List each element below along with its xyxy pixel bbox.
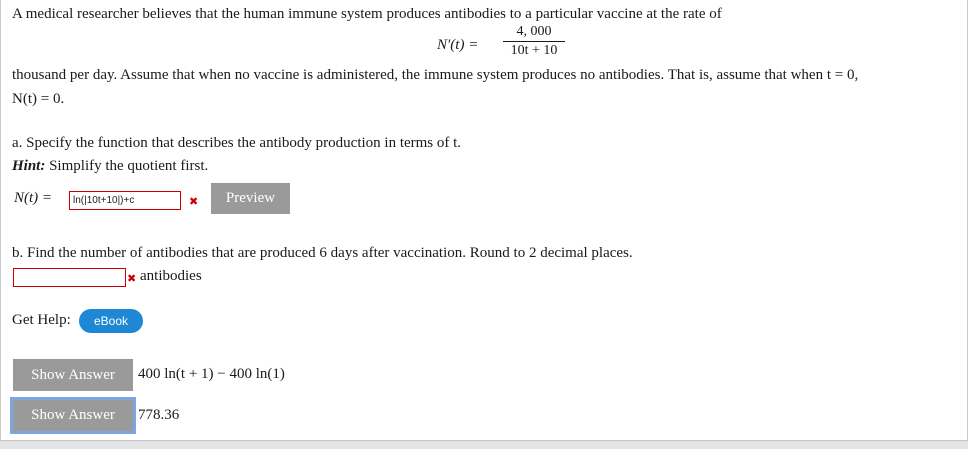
answer-value-a: 400 ln(t + 1) − 400 ln(1) <box>138 366 285 382</box>
hint-line: Hint: Simplify the quotient first. <box>12 158 208 175</box>
fraction-bar <box>503 41 565 42</box>
rate-lhs: N′(t) = <box>437 37 479 53</box>
part-b-prompt: b. Find the number of antibodies that ar… <box>12 245 633 261</box>
preview-button[interactable]: Preview <box>211 183 290 214</box>
problem-intro: A medical researcher believes that the h… <box>12 6 722 22</box>
part-a-answer-input[interactable] <box>69 191 181 210</box>
x-mark-icon: ✖ <box>189 195 199 208</box>
part-a-prompt: a. Specify the function that describes t… <box>12 135 462 151</box>
problem-line2: thousand per day. Assume that when no va… <box>12 67 859 83</box>
hint-text: Simplify the quotient first. <box>45 158 209 174</box>
part-b-answer-input[interactable] <box>13 268 126 287</box>
rate-fraction: 4, 000 10t + 10 <box>503 24 565 59</box>
problem-line3: N(t) = 0. <box>12 91 65 107</box>
ebook-button[interactable]: eBook <box>79 309 143 333</box>
answer-value-b: 778.36 <box>138 407 180 423</box>
rate-numerator: 4, 000 <box>516 24 552 39</box>
rate-denominator: 10t + 10 <box>510 43 558 58</box>
show-answer-button-a[interactable]: Show Answer <box>13 359 133 391</box>
part-a-input-label: N(t) = <box>14 190 53 206</box>
part-b-unit: antibodies <box>140 268 202 284</box>
hint-label: Hint: <box>12 158 46 174</box>
show-answer-button-b[interactable]: Show Answer <box>10 397 136 434</box>
get-help-label: Get Help: <box>12 312 71 328</box>
x-mark-icon: ✖ <box>127 272 137 285</box>
